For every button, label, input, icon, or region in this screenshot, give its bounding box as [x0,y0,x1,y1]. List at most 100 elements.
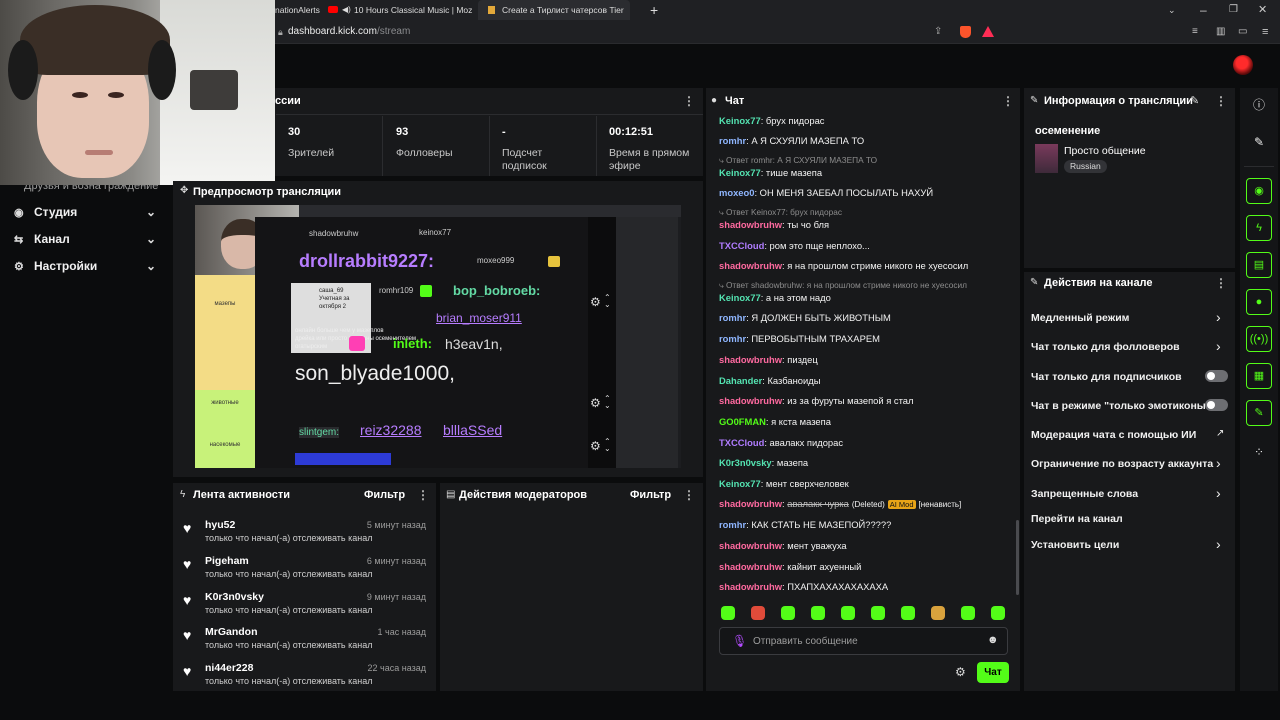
emote-only-toggle[interactable] [1205,399,1228,411]
chat-username[interactable]: Keinox77 [719,292,761,303]
set-goals-row[interactable]: Установить цели › [1026,536,1232,554]
nav-item-studio[interactable]: ◉ Студия ⌄ [14,202,164,222]
settings-gear-icon[interactable]: ⚙ [590,439,601,453]
chat-username[interactable]: romhr [719,135,746,146]
new-tab-icon[interactable]: + [650,0,658,20]
activity-username[interactable]: K0r3n0vsky [205,591,264,603]
more-options-icon[interactable]: ⋮ [683,94,695,108]
go-to-channel-row[interactable]: Перейти на канал [1026,510,1232,528]
chat-input-field[interactable]: 🎙︎ Отправить сообщение ☻ [719,627,1008,655]
chat-username[interactable]: TXCCloud [719,240,764,251]
chat-username[interactable]: shadowbruhw [719,219,782,230]
pencil-icon[interactable]: ✎ [1246,129,1272,155]
emote-5-icon[interactable] [841,606,855,620]
emote-7-icon[interactable] [901,606,915,620]
wallet-icon[interactable]: ▭ [1238,20,1247,44]
activity-username[interactable]: ni44er228 [205,662,253,674]
edit-pencil-icon[interactable]: ✎ [1190,94,1199,107]
chat-username[interactable]: romhr [719,312,746,323]
emote-2-icon[interactable] [751,606,765,620]
brave-shield-icon[interactable] [960,26,971,38]
url-field[interactable]: dashboard.kick.com/stream [288,20,410,44]
emote-8-icon[interactable] [931,606,945,620]
user-avatar[interactable] [1233,55,1253,75]
brave-rewards-icon[interactable] [982,26,994,37]
emote-3-icon[interactable] [781,606,795,620]
browser-menu-icon[interactable]: ≡ [1262,20,1268,44]
settings-gear-icon[interactable]: ⚙ [590,295,601,309]
mod-filter-button[interactable]: Фильтр [630,489,671,501]
apps-icon[interactable]: ⁘ [1246,439,1272,465]
sidebar-toggle-icon[interactable]: ▥ [1216,20,1225,44]
chat-username[interactable]: shadowbruhw [719,260,782,271]
info-icon[interactable]: ⓘ [1246,92,1272,118]
more-options-icon[interactable]: ⋮ [1002,94,1014,108]
chat-username[interactable]: romhr [719,333,746,344]
emote-4-icon[interactable] [811,606,825,620]
more-options-icon[interactable]: ⋮ [1215,94,1227,108]
activity-filter-button[interactable]: Фильтр [364,489,405,501]
chat-username[interactable]: K0r3n0vsky [719,457,772,468]
chat-username[interactable]: shadowbruhw [719,395,782,406]
more-options-icon[interactable]: ⋮ [1215,276,1227,290]
banned-words-row[interactable]: Запрещенные слова › [1026,485,1232,503]
chat-username[interactable]: Dahander [719,375,762,386]
share-icon[interactable]: ⇪ [934,20,942,44]
chat-scrollbar[interactable] [1016,520,1019,595]
activity-username[interactable]: MrGandon [205,626,258,638]
settings-gear-icon[interactable]: ⚙ [590,396,601,410]
chat-username[interactable]: shadowbruhw [719,354,782,365]
activity-time: 22 часа назад [367,663,426,673]
nav-item-settings[interactable]: ⚙ Настройки ⌄ [14,256,164,276]
nav-item-channel[interactable]: ⇆ Канал ⌄ [14,229,164,249]
followers-only-row[interactable]: Чат только для фолловеров › [1026,338,1232,356]
more-options-icon[interactable]: ⋮ [417,488,429,502]
session-rail-icon[interactable]: ▦ [1246,363,1272,389]
close-window-icon[interactable]: ✕ [1258,0,1267,20]
more-options-icon[interactable]: ⋮ [683,488,695,502]
ai-moderation-row[interactable]: Модерация чата с помощью ИИ ↗ [1026,426,1232,444]
activity-username[interactable]: Pigeham [205,555,249,567]
chat-username[interactable]: shadowbruhw [719,540,782,551]
tab-alerts[interactable]: nationAlerts [275,0,325,20]
reorder-icon[interactable]: ⌃ ⌄ [604,438,611,453]
chat-username[interactable]: Keinox77 [719,167,761,178]
microphone-icon[interactable]: 🎙︎ [732,634,747,648]
activity-rail-icon[interactable]: ϟ [1246,215,1272,241]
playlist-icon[interactable]: ≡ [1192,20,1198,44]
slow-mode-row[interactable]: Медленный режим › [1026,309,1232,327]
reorder-icon[interactable]: ⌃ ⌄ [604,294,611,309]
chat-username[interactable]: Keinox77 [719,478,761,489]
stream-preview-video[interactable]: мазепы животные насекомые shadowbruhw ke… [195,205,681,468]
tab-classical-music[interactable]: 10 Hours Classical Music | Mozart, [354,0,472,20]
subscribers-only-toggle[interactable] [1205,370,1228,382]
chat-username[interactable]: Keinox77 [719,115,761,126]
channel-actions-rail-icon[interactable]: ✎ [1246,400,1272,426]
tab-search-icon[interactable]: ⌄ [1168,0,1176,20]
chat-username[interactable]: TXCCloud [719,437,764,448]
mod-log-rail-icon[interactable]: ▤ [1246,252,1272,278]
chat-settings-gear-icon[interactable]: ⚙ [955,665,966,679]
emote-6-icon[interactable] [871,606,885,620]
emote-1-icon[interactable] [721,606,735,620]
audio-icon[interactable]: ◀) [342,0,351,20]
chat-username[interactable]: shadowbruhw [719,561,782,572]
stream-category[interactable]: Просто общение [1064,145,1146,157]
activity-username[interactable]: hyu52 [205,519,235,531]
minimize-icon[interactable]: – [1200,0,1207,20]
chat-username[interactable]: shadowbruhw [719,498,782,509]
account-age-row[interactable]: Ограничение по возрасту аккаунта › [1026,455,1232,473]
send-chat-button[interactable]: Чат [977,662,1009,683]
emote-9-icon[interactable] [961,606,975,620]
reorder-icon[interactable]: ⌃ ⌄ [604,395,611,410]
maximize-icon[interactable]: ❐ [1229,0,1238,20]
chat-username[interactable]: shadowbruhw [719,581,782,592]
chat-username[interactable]: romhr [719,519,746,530]
stream-preview-rail-icon[interactable]: ◉ [1246,178,1272,204]
emote-10-icon[interactable] [991,606,1005,620]
chat-rail-icon[interactable]: ● [1246,289,1272,315]
chat-username[interactable]: moxeo0 [719,187,754,198]
broadcast-rail-icon[interactable]: ((•)) [1246,326,1272,352]
chat-username[interactable]: GO0FMAN [719,416,766,427]
emoji-icon[interactable]: ☻ [987,634,999,646]
